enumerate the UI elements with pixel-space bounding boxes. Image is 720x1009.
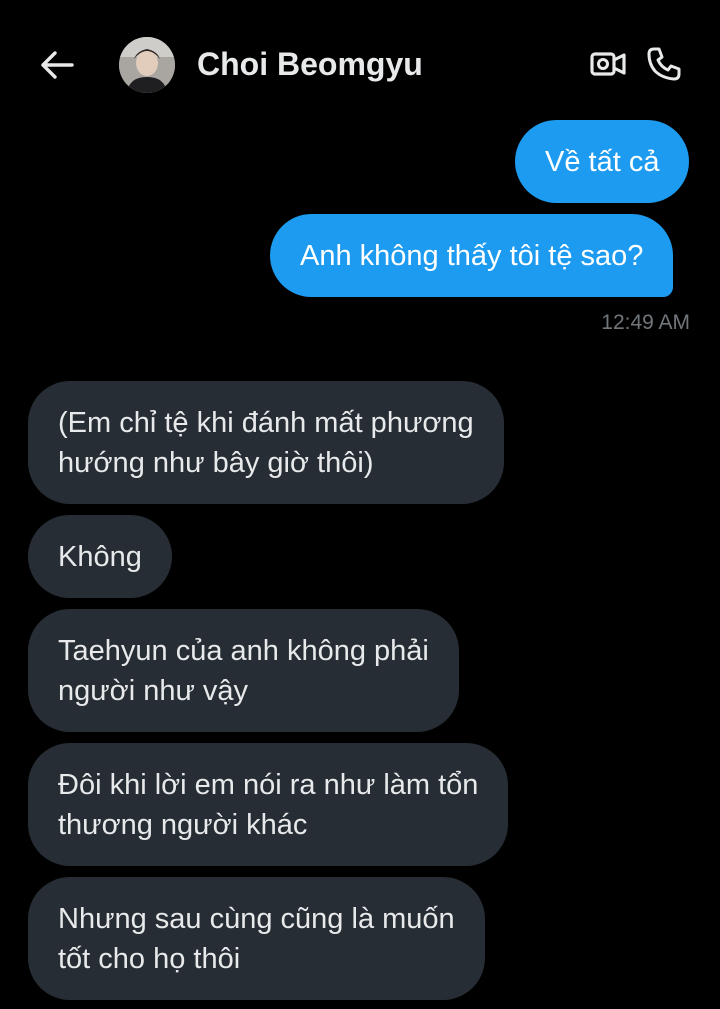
avatar[interactable] [119,37,175,93]
received-message[interactable]: Đôi khi lời em nói ra như làm tổn thương… [28,743,509,866]
message-text: Về tất cả [545,146,660,178]
message-text-line: (Em chỉ tệ khi đánh mất phương [58,407,474,439]
conversation-header: Choi Beomgyu [0,0,720,130]
message-text-line: thương người khác [58,809,308,841]
sent-message[interactable]: Anh không thấy tôi tệ sao? [270,214,674,297]
message-text-line: Không [58,541,142,573]
back-button[interactable] [34,42,80,88]
message-text-line: Đôi khi lời em nói ra như làm tổn [58,769,479,801]
message-text: Anh không thấy tôi tệ sao? [300,240,644,272]
video-camera-icon [590,52,626,76]
voice-call-button[interactable] [642,42,686,86]
received-message[interactable]: Không [28,515,172,598]
message-text-line: tốt cho họ thôi [58,943,241,975]
message-text-line: Nhưng sau cùng cũng là muốn [58,903,455,935]
contact-name[interactable]: Choi Beomgyu [197,46,423,83]
arrow-left-icon [41,51,74,79]
received-message[interactable]: (Em chỉ tệ khi đánh mất phương hướng như… [28,381,504,504]
received-message[interactable]: Nhưng sau cùng cũng là muốn tốt cho họ t… [28,877,485,1000]
message-timestamp: 12:49 AM [601,311,690,334]
avatar-photo [119,37,175,93]
message-text-line: người như vậy [58,675,249,707]
received-message[interactable]: Taehyun của anh không phải người như vậy [28,609,459,732]
video-call-button[interactable] [586,44,630,84]
message-text-line: hướng như bây giờ thôi) [58,447,374,479]
message-text-line: Taehyun của anh không phải [58,635,429,667]
sent-message[interactable]: Về tất cả [515,120,690,203]
phone-icon [647,47,681,81]
